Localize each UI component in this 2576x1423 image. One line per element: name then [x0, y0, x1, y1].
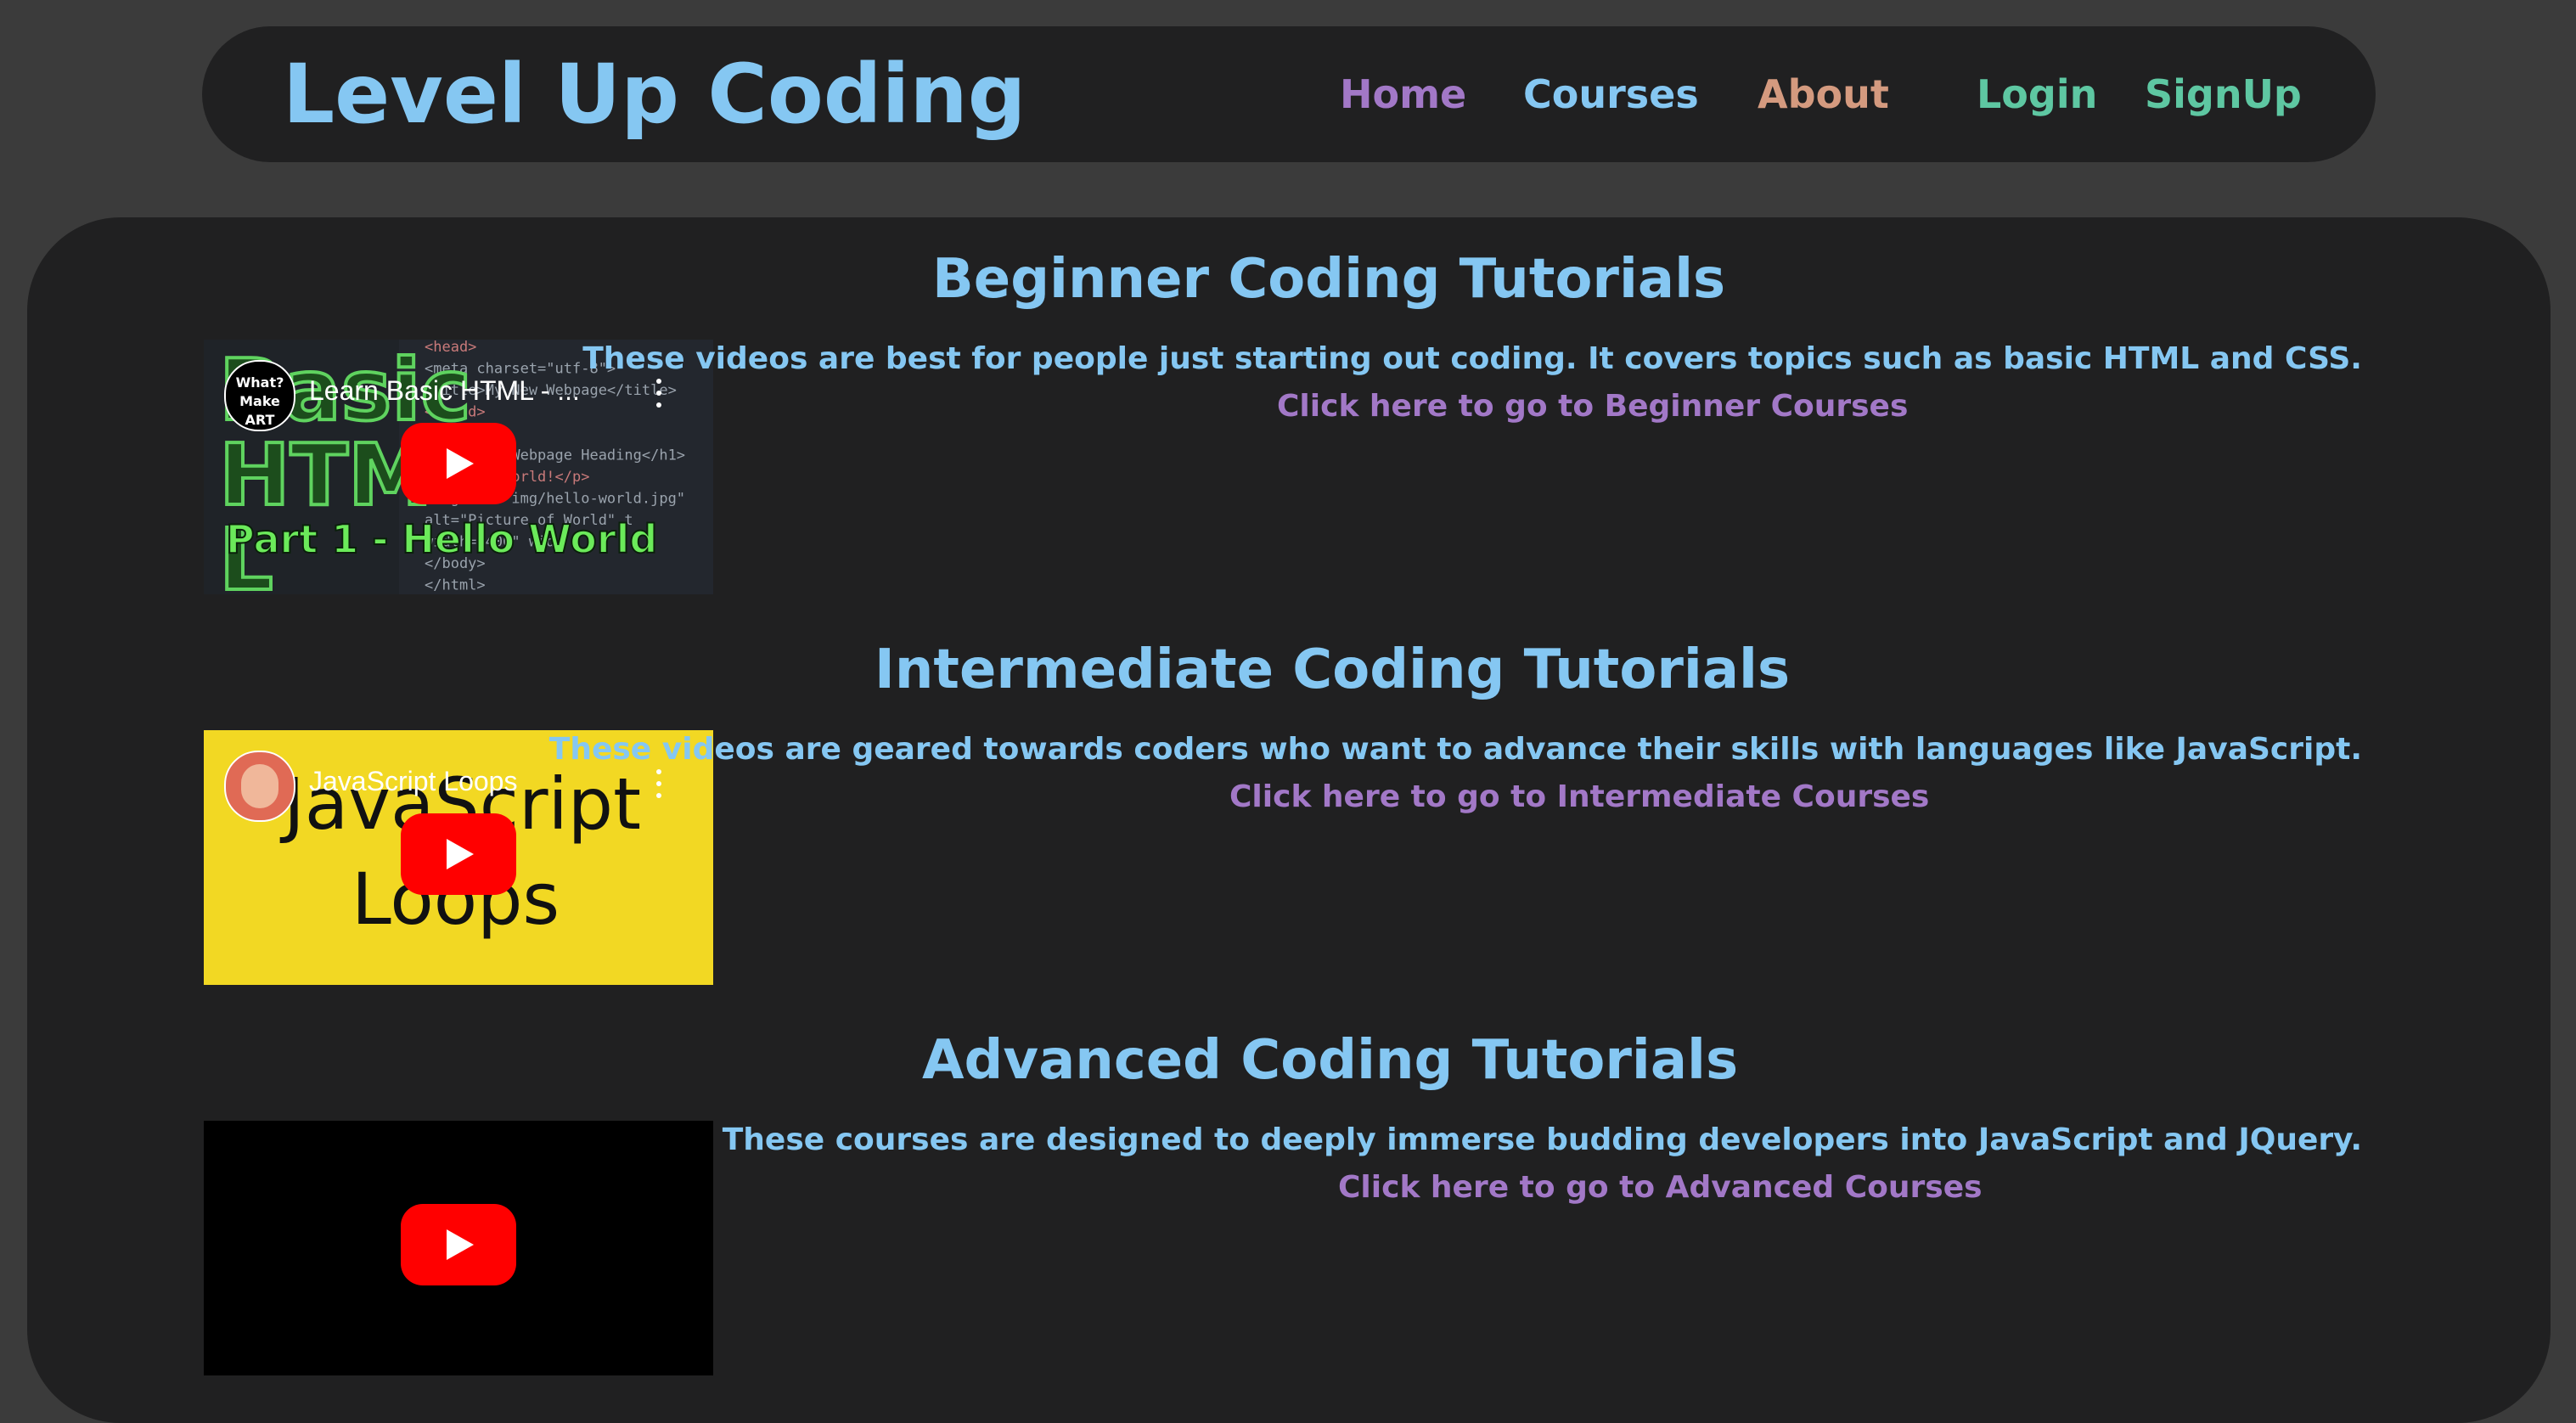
- nav-courses[interactable]: Courses: [1523, 26, 1699, 162]
- site-logo[interactable]: Level Up Coding: [283, 26, 1026, 162]
- more-vertical-icon[interactable]: [650, 377, 667, 411]
- channel-badge-text: What? Make ART: [235, 374, 284, 428]
- section-title-beginner: Beginner Coding Tutorials: [932, 248, 1726, 311]
- channel-avatar-whatmakeart[interactable]: What? Make ART: [224, 360, 295, 431]
- nav-about[interactable]: About: [1758, 26, 1889, 162]
- youtube-play-icon[interactable]: [401, 423, 516, 504]
- section-title-intermediate: Intermediate Coding Tutorials: [875, 638, 1791, 701]
- section-description-intermediate: These videos are geared towards coders w…: [548, 732, 2362, 767]
- navbar: Level Up Coding Home Courses About Login…: [202, 26, 2376, 162]
- section-title-advanced: Advanced Coding Tutorials: [922, 1029, 1739, 1092]
- nav-home[interactable]: Home: [1340, 26, 1466, 162]
- video-title-beginner[interactable]: Learn Basic HTML - ...: [309, 375, 580, 407]
- youtube-play-icon[interactable]: [401, 1204, 516, 1285]
- more-vertical-icon[interactable]: [650, 768, 667, 801]
- section-description-advanced: These courses are designed to deeply imm…: [722, 1122, 2362, 1157]
- link-intermediate-courses[interactable]: Click here to go to Intermediate Courses: [1229, 779, 1929, 814]
- link-advanced-courses[interactable]: Click here to go to Advanced Courses: [1338, 1170, 1983, 1205]
- link-beginner-courses[interactable]: Click here to go to Beginner Courses: [1277, 389, 1908, 424]
- channel-avatar[interactable]: [224, 751, 295, 822]
- thumbnail-caption: Part 1 - Hello World: [225, 515, 658, 563]
- video-advanced[interactable]: [204, 1121, 713, 1375]
- video-beginner[interactable]: <head> <meta charset="utf-8"> <title>My …: [204, 340, 713, 594]
- avatar-face: [241, 764, 278, 808]
- nav-signup[interactable]: SignUp: [2145, 26, 2302, 162]
- video-intermediate[interactable]: JavaScript Loops JavaScript Loops: [204, 730, 713, 985]
- nav-login[interactable]: Login: [1977, 26, 2097, 162]
- video-title-intermediate[interactable]: JavaScript Loops: [309, 766, 517, 797]
- youtube-play-icon[interactable]: [401, 813, 516, 895]
- section-description-beginner: These videos are best for people just st…: [582, 341, 2362, 376]
